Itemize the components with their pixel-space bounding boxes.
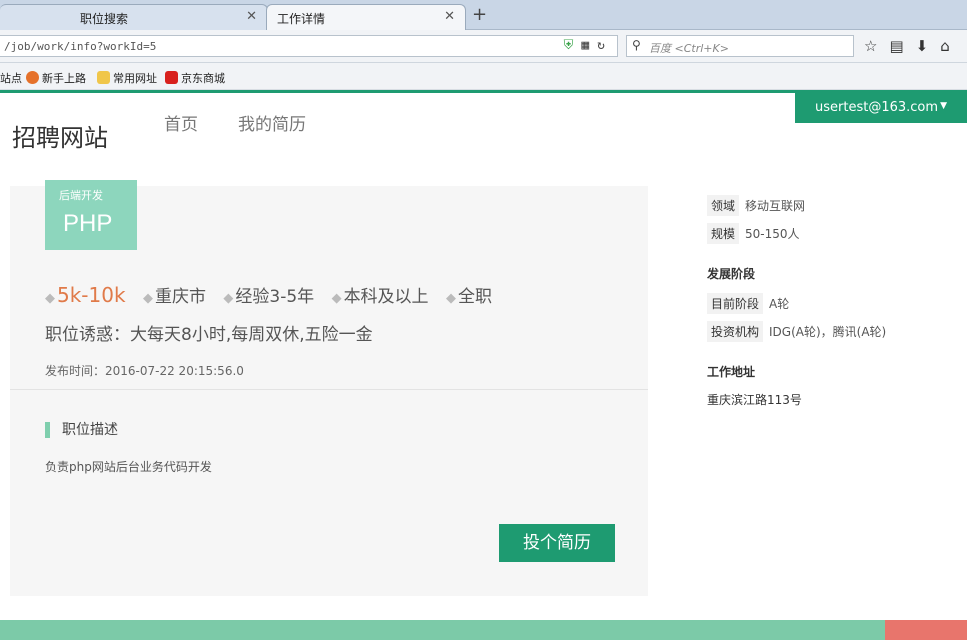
investor-value: IDG(A轮)，腾讯(A轮) [769, 325, 887, 339]
size-value: 50-150人 [745, 227, 800, 241]
tag-icon: ◆ [445, 291, 456, 306]
tab-job-search[interactable]: 职位搜索 ✕ [0, 4, 268, 30]
reload-icon[interactable]: ↻ [597, 38, 613, 53]
bookmark-label: 站点 [0, 72, 22, 85]
investor-label: 投资机构 [707, 321, 764, 342]
publish-time: 发布时间：2016-07-22 20:15:56.0 [45, 364, 244, 378]
qr-code-icon[interactable]: ▦ [581, 38, 597, 53]
bookmark-label: 新手上路 [42, 72, 86, 85]
star-icon[interactable]: ☆ [864, 37, 889, 55]
divider [10, 389, 648, 390]
tag-icon: ◆ [142, 291, 153, 306]
tab-label: 工作详情 [277, 12, 326, 26]
caret-down-icon: ▼ [940, 101, 947, 111]
close-icon[interactable]: ✕ [246, 9, 257, 24]
web-page: 招聘网站 首页 我的简历 usertest@163.com ▼ 后端开发 PHP… [0, 90, 967, 640]
new-tab-icon[interactable]: + [472, 4, 487, 25]
bookmark-jd[interactable]: 京东商城 [165, 70, 225, 86]
address-bar-icons: ⛨▦↻ [564, 38, 613, 53]
current-stage-value: A轮 [769, 297, 790, 311]
address-heading: 工作地址 [707, 365, 756, 379]
nav-home[interactable]: 首页 [164, 110, 198, 135]
bookmark-sites[interactable]: 站点 [0, 70, 22, 86]
description-text: 负责php网站后台业务代码开发 [45, 460, 212, 474]
reading-list-icon[interactable]: ▤ [889, 37, 915, 55]
footer-action[interactable] [885, 620, 967, 640]
field-value: 移动互联网 [745, 199, 806, 213]
user-email: usertest@163.com [815, 100, 939, 115]
field-label: 领域 [707, 195, 740, 216]
browser-tab-bar: 职位搜索 ✕ 工作详情 ✕ + [0, 0, 967, 30]
job-title: PHP [63, 210, 113, 237]
job-category: 后端开发 [59, 189, 103, 202]
investor-row: 投资机构 IDG(A轮)，腾讯(A轮) [707, 321, 886, 342]
firefox-icon [26, 71, 39, 84]
navigation-toolbar: /job/work/info?workId=5 ⛨▦↻ ⚲ 百度 <Ctrl+K… [0, 30, 967, 63]
description-heading: 职位描述 [45, 422, 118, 438]
bookmark-common-sites[interactable]: 常用网址 [97, 70, 157, 86]
toolbar-icons: ☆▤⬇⌂ [864, 37, 962, 55]
apply-button[interactable]: 投个简历 [499, 524, 615, 562]
stage-heading: 发展阶段 [707, 267, 756, 281]
bookmark-label: 京东商城 [181, 72, 225, 85]
nav-my-resume[interactable]: 我的简历 [238, 110, 306, 135]
tab-job-detail[interactable]: 工作详情 ✕ [266, 4, 466, 30]
size-label: 规模 [707, 223, 740, 244]
search-input[interactable]: ⚲ 百度 <Ctrl+K> [626, 35, 854, 57]
job-card: 后端开发 PHP ◆ 5k-10k ◆ 重庆市 ◆ 经验3-5年 ◆ 本科及以上 ◆ 全职… [10, 180, 648, 596]
download-icon[interactable]: ⬇ [916, 37, 941, 55]
job-perk: 职位诱惑：大每天8小时,每周双休,五险一金 [45, 325, 373, 345]
shield-icon[interactable]: ⛨ [564, 38, 582, 53]
tag-icon: ◆ [223, 291, 234, 306]
job-city: 重庆市 [154, 287, 206, 307]
folder-icon [97, 71, 110, 84]
bookmarks-bar: 站点 新手上路 常用网址 京东商城 [0, 63, 967, 90]
tag-icon: ◆ [45, 291, 55, 306]
search-placeholder: 百度 <Ctrl+K> [649, 42, 729, 55]
home-icon[interactable]: ⌂ [940, 37, 962, 55]
job-meta: ◆ 5k-10k ◆ 重庆市 ◆ 经验3-5年 ◆ 本科及以上 ◆ 全职 [45, 282, 504, 307]
current-stage-row: 目前阶段 A轮 [707, 293, 789, 314]
job-experience: 经验3-5年 [235, 287, 315, 307]
job-type: 全职 [457, 287, 492, 307]
tag-icon: ◆ [331, 291, 342, 306]
close-icon[interactable]: ✕ [444, 9, 455, 24]
search-icon: ⚲ [632, 38, 641, 52]
tab-label: 职位搜索 [80, 12, 129, 26]
address-bar[interactable]: /job/work/info?workId=5 ⛨▦↻ [0, 35, 618, 57]
footer-bar [0, 620, 967, 640]
company-field-row: 领域 移动互联网 [707, 195, 805, 216]
bookmark-getting-started[interactable]: 新手上路 [26, 70, 86, 86]
jd-icon [165, 71, 178, 84]
url-text: /job/work/info?workId=5 [4, 40, 157, 53]
bookmark-label: 常用网址 [113, 72, 157, 85]
work-address: 重庆滨江路113号 [707, 393, 802, 407]
job-salary: 5k-10k [57, 283, 126, 307]
job-education: 本科及以上 [343, 287, 429, 307]
company-size-row: 规模 50-150人 [707, 223, 800, 244]
current-stage-label: 目前阶段 [707, 293, 764, 314]
job-tag: 后端开发 PHP [45, 180, 137, 250]
site-brand[interactable]: 招聘网站 [12, 118, 108, 153]
user-menu-button[interactable]: usertest@163.com ▼ [795, 93, 967, 123]
